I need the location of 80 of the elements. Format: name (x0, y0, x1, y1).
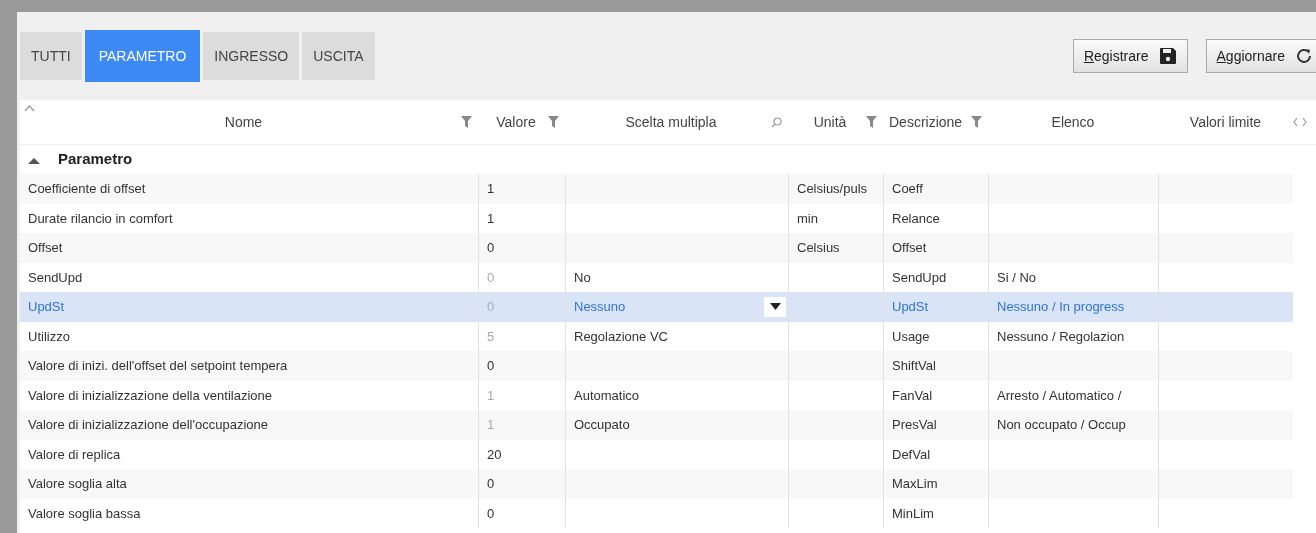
table-cell-text: UpdSt (28, 298, 65, 316)
table-cell-text: UpdSt (892, 298, 929, 316)
table-cell-text: Usage (892, 327, 930, 346)
save-button[interactable]: Registrare (1072, 39, 1188, 73)
table-cell-text: 0 (487, 268, 495, 287)
table-cell-text: Celsius/puls (797, 180, 868, 198)
table-cell-text: Valore di inizi. dell'offset del setpoint tempera (28, 357, 288, 375)
table-cell-text: 1 (487, 416, 495, 434)
table-cell-text: Nessuno (574, 298, 626, 316)
column-header[interactable]: Unità (794, 111, 866, 133)
search-icon[interactable] (771, 116, 782, 128)
table-cell-text: min (797, 209, 818, 228)
refresh-button[interactable]: Aggiornare (1205, 39, 1316, 73)
table-cell-text: ShiftVal (892, 357, 936, 375)
filter-icon[interactable] (971, 116, 982, 128)
table-row[interactable]: Valore soglia alta 0 MaxLim (20, 469, 1293, 499)
table-cell-text: MaxLim (892, 475, 938, 493)
table-cell-text: Occupato (574, 416, 630, 434)
group-title: Parametro (58, 149, 133, 170)
table-cell-text: Non occupato / Occup (997, 416, 1126, 434)
refresh-icon (1295, 47, 1313, 65)
table-cell-text: Relance (892, 209, 940, 228)
table-row[interactable]: Offset 0 Celsius Offset (20, 233, 1293, 263)
table-cell-text: 5 (487, 327, 495, 346)
tab[interactable]: TUTTI (20, 32, 82, 80)
table-cell-text: Coeff (892, 180, 923, 198)
column-header[interactable]: Elenco (994, 111, 1152, 133)
table-cell-text: 0 (487, 475, 495, 493)
column-header[interactable]: Valori limite (1164, 111, 1287, 133)
table-cell-text: 20 (487, 445, 502, 464)
table-cell-text: 0 (487, 504, 495, 523)
table-cell-text: Valore di inizializzazione dell'occupazione (28, 416, 268, 434)
table-cell-text: MinLim (892, 504, 934, 523)
table-cell-text: 1 (487, 180, 495, 198)
caret-icon (769, 303, 781, 311)
table-row[interactable]: Valore di inizializzazione dell'occupazione 1 Occupato PresVal Non occupato / Occup (20, 410, 1293, 440)
table-cell-text: Nessuno / In progress (997, 298, 1125, 316)
table-cell-text: Arresto / Automatico / (997, 386, 1122, 405)
filter-icon[interactable] (866, 116, 877, 128)
table-cell-text: Nessuno / Regolazion (997, 327, 1125, 346)
table-cell-text: 0 (487, 357, 495, 375)
table-cell-text: Regolazione VC (574, 327, 668, 346)
tab[interactable]: INGRESSO (203, 32, 300, 80)
table-cell-text: Coefficiente di offset (28, 180, 146, 198)
dropdown-button[interactable] (764, 296, 786, 317)
table-cell-text: DefVal (892, 445, 931, 464)
table-cell-text: Valore di replica (28, 445, 121, 464)
table-cell-text: Valore di inizializzazione della ventilazione (28, 386, 272, 405)
table-cell-text: Valore soglia bassa (28, 504, 141, 523)
filter-icon[interactable] (548, 116, 559, 128)
column-header[interactable]: Nome (26, 111, 461, 133)
save-icon (1158, 47, 1177, 65)
table-cell-text: Valore soglia alta (28, 475, 127, 493)
table-cell-text: Offset (892, 239, 927, 257)
table-cell-text: Offset (28, 239, 63, 257)
table-cell-text: 0 (487, 239, 495, 257)
table-cell-text: Durate rilancio in comfort (28, 209, 173, 228)
column-header[interactable]: Scelta multipla (571, 111, 771, 133)
table-cell-text: 1 (487, 209, 495, 228)
table-cell-text: Celsius (797, 239, 840, 257)
table-cell-text: FanVal (892, 386, 933, 405)
table-cell-text: No (574, 268, 591, 287)
collapse-icon[interactable] (28, 155, 40, 164)
table-cell-text: PresVal (892, 416, 937, 434)
table-cell-text: Utilizzo (28, 327, 70, 346)
table-row[interactable]: Coefficiente di offset 1 Celsius/puls Coeff (20, 174, 1293, 204)
filter-icon[interactable] (461, 116, 472, 128)
table-row[interactable]: UpdSt 0 Nessuno UpdSt Nessuno / In progress (20, 292, 1293, 322)
table-cell-text: Si / No (997, 268, 1036, 287)
column-header[interactable]: Valore (484, 111, 548, 133)
sort-caret-icon[interactable] (24, 105, 35, 112)
table-cell-text: SendUpd (892, 268, 947, 287)
table-cell-text: 0 (487, 298, 495, 316)
table-cell-text: Automatico (574, 386, 640, 405)
table-row[interactable]: Valore di inizi. dell'offset del setpoint tempera 0 ShiftVal (20, 351, 1293, 381)
column-header[interactable]: Descrizione (889, 111, 963, 133)
table-cell-text: 1 (487, 386, 495, 405)
scroll-arrows-icon[interactable] (1293, 117, 1307, 127)
tab[interactable]: USCITA (302, 32, 375, 80)
table-cell-text: SendUpd (28, 268, 83, 287)
